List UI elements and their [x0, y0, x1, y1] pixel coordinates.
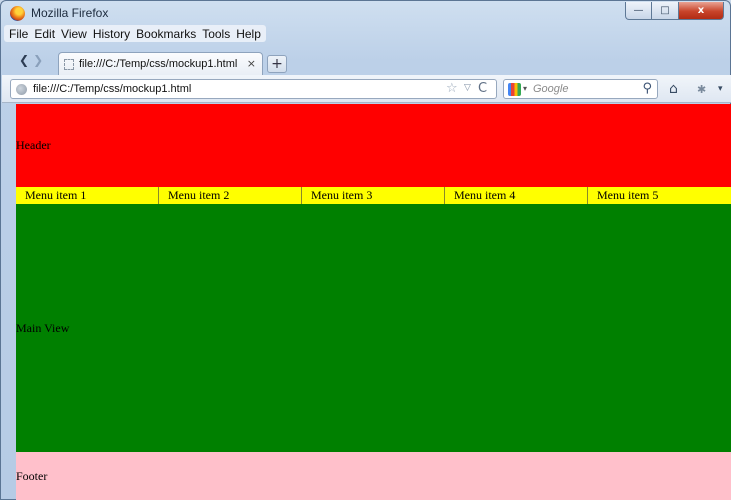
- page-main-view: Main View: [16, 204, 731, 452]
- tab-title: file:///C:/Temp/css/mockup1.html: [79, 58, 238, 70]
- menu-file[interactable]: File: [6, 27, 31, 41]
- page-footer: Footer: [16, 452, 731, 500]
- page-menu-item-5[interactable]: Menu item 5: [588, 187, 731, 204]
- menu-history[interactable]: History: [90, 27, 133, 41]
- search-placeholder[interactable]: Google: [533, 83, 568, 95]
- menu-bookmarks[interactable]: Bookmarks: [133, 27, 199, 41]
- history-buttons: ❮ ❯: [19, 53, 43, 67]
- url-text[interactable]: file:///C:/Temp/css/mockup1.html: [33, 83, 191, 95]
- home-icon[interactable]: ⌂: [669, 81, 678, 97]
- menu-tools[interactable]: Tools: [199, 27, 233, 41]
- firefox-logo-icon: [10, 6, 25, 21]
- menu-help[interactable]: Help: [233, 27, 264, 41]
- magnifier-icon[interactable]: ⚲: [642, 81, 652, 96]
- browser-window: Mozilla Firefox — □ x File Edit View His…: [0, 0, 731, 500]
- forward-arrow-icon[interactable]: ❯: [33, 53, 43, 67]
- minimize-button[interactable]: —: [625, 2, 652, 20]
- title-bar: Mozilla Firefox — □ x: [1, 1, 730, 25]
- window-controls: — □ x: [625, 2, 724, 20]
- page-menu: Menu item 1 Menu item 2 Menu item 3 Menu…: [16, 187, 731, 204]
- page-menu-item-1[interactable]: Menu item 1: [16, 187, 159, 204]
- header-text: Header: [16, 138, 51, 152]
- reload-icon[interactable]: C: [478, 81, 487, 96]
- addon-icon[interactable]: ✱: [697, 83, 706, 96]
- page-menu-item-2[interactable]: Menu item 2: [159, 187, 302, 204]
- page-menu-item-4[interactable]: Menu item 4: [445, 187, 588, 204]
- history-dropdown-icon[interactable]: ▽: [464, 83, 471, 93]
- page-viewport: Header Menu item 1 Menu item 2 Menu item…: [16, 104, 731, 500]
- overflow-menu-icon[interactable]: ▾: [718, 84, 723, 94]
- back-arrow-icon[interactable]: ❮: [19, 53, 29, 67]
- window-title: Mozilla Firefox: [31, 6, 109, 20]
- close-window-button[interactable]: x: [679, 2, 724, 20]
- search-bar[interactable]: ▾ Google ⚲: [503, 79, 658, 99]
- url-bar[interactable]: file:///C:/Temp/css/mockup1.html: [10, 79, 497, 99]
- menu-bar: File Edit View History Bookmarks Tools H…: [4, 25, 266, 42]
- footer-text: Footer: [16, 469, 48, 483]
- main-view-text: Main View: [16, 320, 70, 335]
- new-tab-button[interactable]: +: [267, 55, 287, 73]
- bookmark-star-icon[interactable]: ☆: [446, 81, 458, 96]
- menu-view[interactable]: View: [58, 27, 90, 41]
- globe-icon: [16, 84, 27, 95]
- page-favicon-icon: [64, 58, 74, 70]
- page-header: Header: [16, 104, 731, 187]
- menu-edit[interactable]: Edit: [31, 27, 58, 41]
- tab-close-icon[interactable]: ×: [247, 57, 256, 70]
- search-engine-dropdown-icon[interactable]: ▾: [523, 84, 527, 93]
- browser-tab[interactable]: file:///C:/Temp/css/mockup1.html ×: [58, 52, 263, 75]
- google-icon[interactable]: [508, 83, 521, 96]
- maximize-button[interactable]: □: [652, 2, 679, 20]
- page-menu-item-3[interactable]: Menu item 3: [302, 187, 445, 204]
